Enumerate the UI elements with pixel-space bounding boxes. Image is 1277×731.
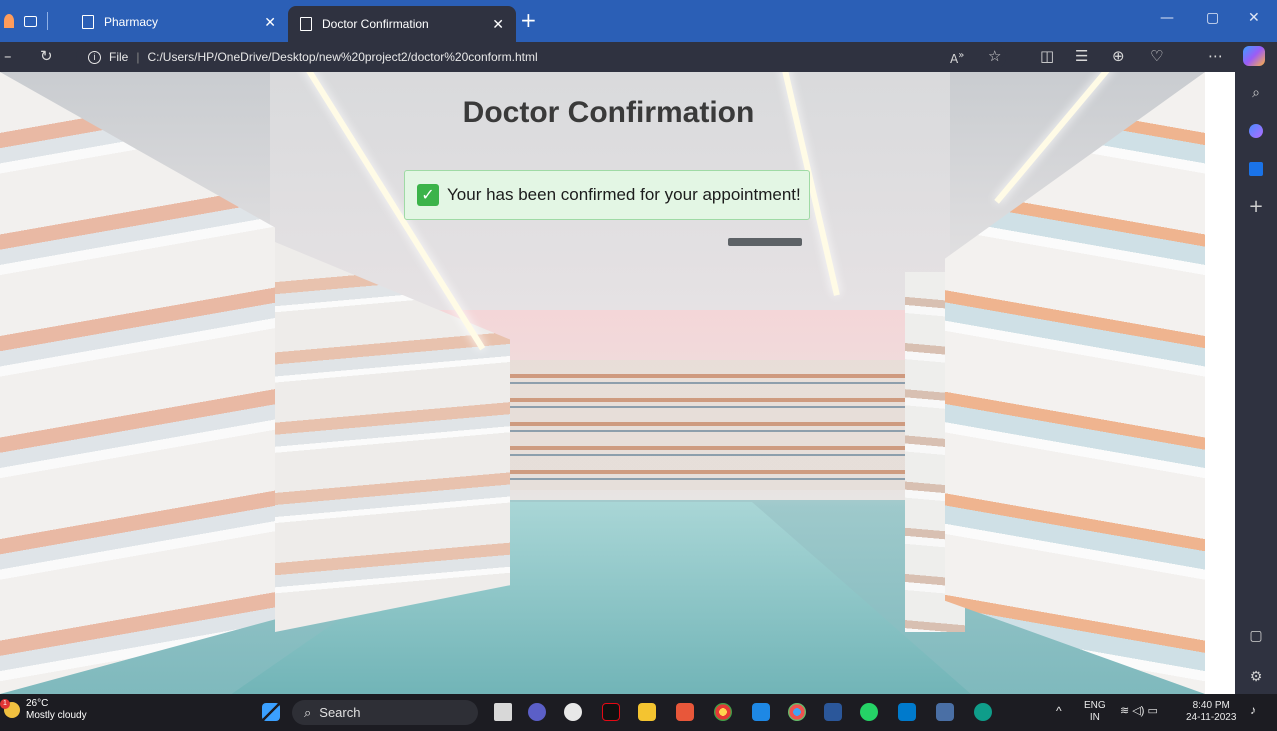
profile-icon[interactable] bbox=[4, 14, 14, 28]
weather-temp: 26°C bbox=[26, 698, 49, 709]
chrome-icon[interactable] bbox=[714, 703, 732, 721]
weather-description: Mostly cloudy bbox=[26, 710, 87, 721]
ceiling-vent bbox=[728, 238, 802, 246]
confirmation-text: Your has been confirmed for your appoint… bbox=[447, 185, 801, 204]
restore-icon[interactable]: ▢ bbox=[1206, 10, 1219, 26]
page-icon bbox=[300, 17, 312, 31]
page-title: Doctor Confirmation bbox=[462, 96, 755, 129]
weather-icon: 1 bbox=[0, 699, 20, 718]
clock-date: 24-11-2023 bbox=[1186, 712, 1237, 723]
task-view-icon[interactable] bbox=[494, 703, 512, 721]
tab-left-icons bbox=[0, 0, 48, 42]
file-explorer-icon[interactable] bbox=[638, 703, 656, 721]
background-back-shelf bbox=[510, 360, 910, 490]
app-icon[interactable] bbox=[564, 703, 582, 721]
tab-label: Pharmacy bbox=[104, 15, 159, 29]
back-icon[interactable]: – bbox=[4, 46, 12, 66]
read-aloud-icon[interactable]: A» bbox=[950, 46, 964, 69]
favorites-icon[interactable]: ☰ bbox=[1075, 46, 1088, 66]
more-icon[interactable]: ⋯ bbox=[1208, 46, 1223, 66]
background-left-shelf bbox=[0, 72, 275, 694]
check-icon: ✓ bbox=[417, 184, 439, 206]
background-right-shelf bbox=[945, 72, 1205, 694]
notification-bell-icon[interactable]: ♪ bbox=[1250, 704, 1256, 716]
settings-gear-icon[interactable]: ⚙ bbox=[1247, 668, 1265, 686]
hide-sidebar-icon[interactable]: ▢ bbox=[1247, 627, 1265, 645]
language-code: ENG bbox=[1084, 700, 1106, 711]
start-icon[interactable] bbox=[262, 703, 280, 721]
tab-actions-icon[interactable] bbox=[24, 15, 37, 27]
office-icon[interactable] bbox=[676, 703, 694, 721]
url-text: C:/Users/HP/OneDrive/Desktop/new%20proje… bbox=[147, 50, 538, 64]
language-indicator[interactable]: ENG IN bbox=[1084, 700, 1106, 724]
taskbar-search[interactable]: ⌕ Search bbox=[292, 700, 478, 725]
region-code: IN bbox=[1089, 712, 1100, 723]
notification-badge: 1 bbox=[0, 699, 10, 709]
page-icon bbox=[82, 15, 94, 29]
whatsapp-icon[interactable] bbox=[860, 703, 878, 721]
clock-time: 8:40 PM bbox=[1192, 700, 1230, 711]
chevron-up-icon[interactable]: ^ bbox=[1056, 705, 1062, 717]
outlook-icon[interactable] bbox=[1249, 162, 1263, 176]
copilot-sidebar-icon[interactable] bbox=[1249, 124, 1263, 138]
tab-divider bbox=[47, 12, 48, 30]
wifi-volume-battery-icon[interactable]: ≋ ◁) ▭ bbox=[1120, 705, 1158, 717]
mail-icon[interactable] bbox=[752, 703, 770, 721]
edge-icon[interactable] bbox=[974, 703, 992, 721]
performance-icon[interactable]: ♡ bbox=[1150, 46, 1163, 66]
search-icon[interactable]: ⌕ bbox=[1247, 84, 1265, 102]
confirmation-message: ✓ Your has been confirmed for your appoi… bbox=[404, 170, 810, 220]
add-icon[interactable]: + bbox=[1247, 198, 1265, 216]
copilot-icon[interactable] bbox=[1243, 46, 1265, 66]
close-icon[interactable]: ✕ bbox=[492, 16, 504, 33]
page-content: Doctor Confirmation ✓ Your has been conf… bbox=[0, 72, 1205, 694]
tab-bar: Pharmacy ✕ Doctor Confirmation ✕ + — ▢ ✕ bbox=[0, 0, 1277, 42]
dev-app-icon[interactable] bbox=[936, 703, 954, 721]
favorite-star-icon[interactable]: ☆ bbox=[988, 46, 1001, 66]
clock[interactable]: 8:40 PM 24-11-2023 bbox=[1186, 700, 1236, 724]
new-tab-icon[interactable]: + bbox=[520, 8, 537, 32]
minimize-icon[interactable]: — bbox=[1160, 10, 1174, 26]
tab-doctor-confirmation[interactable]: Doctor Confirmation ✕ bbox=[288, 6, 516, 42]
close-icon[interactable]: ✕ bbox=[264, 14, 276, 31]
collections-icon[interactable]: ⊕ bbox=[1112, 46, 1125, 66]
address-bar[interactable]: i File | C:/Users/HP/OneDrive/Desktop/ne… bbox=[76, 44, 1006, 70]
word-icon[interactable] bbox=[824, 703, 842, 721]
scrollbar[interactable] bbox=[1205, 72, 1235, 694]
window-close-icon[interactable]: ✕ bbox=[1248, 10, 1260, 26]
info-icon[interactable]: i bbox=[88, 50, 101, 64]
tab-label: Doctor Confirmation bbox=[322, 17, 429, 31]
taskbar: 1 26°C Mostly cloudy ⌕ Search ^ ENG IN ≋… bbox=[0, 694, 1277, 731]
address-separator: | bbox=[136, 50, 140, 64]
search-icon: ⌕ bbox=[304, 704, 312, 720]
chrome-profile-icon[interactable] bbox=[788, 703, 806, 721]
tab-pharmacy[interactable]: Pharmacy ✕ bbox=[70, 6, 288, 38]
split-screen-icon[interactable]: ◫ bbox=[1040, 46, 1054, 66]
browser-sidebar: ⌕ + ▢ ⚙ bbox=[1235, 72, 1277, 694]
teams-icon[interactable] bbox=[528, 703, 546, 721]
scheme-label: File bbox=[109, 50, 129, 64]
netflix-icon[interactable] bbox=[602, 703, 620, 721]
vscode-icon[interactable] bbox=[898, 703, 916, 721]
search-placeholder: Search bbox=[319, 705, 361, 720]
toolbar: – ↻ i File | C:/Users/HP/OneDrive/Deskto… bbox=[0, 42, 1277, 72]
weather-widget[interactable]: 1 26°C Mostly cloudy bbox=[0, 698, 87, 722]
refresh-icon[interactable]: ↻ bbox=[40, 46, 53, 66]
